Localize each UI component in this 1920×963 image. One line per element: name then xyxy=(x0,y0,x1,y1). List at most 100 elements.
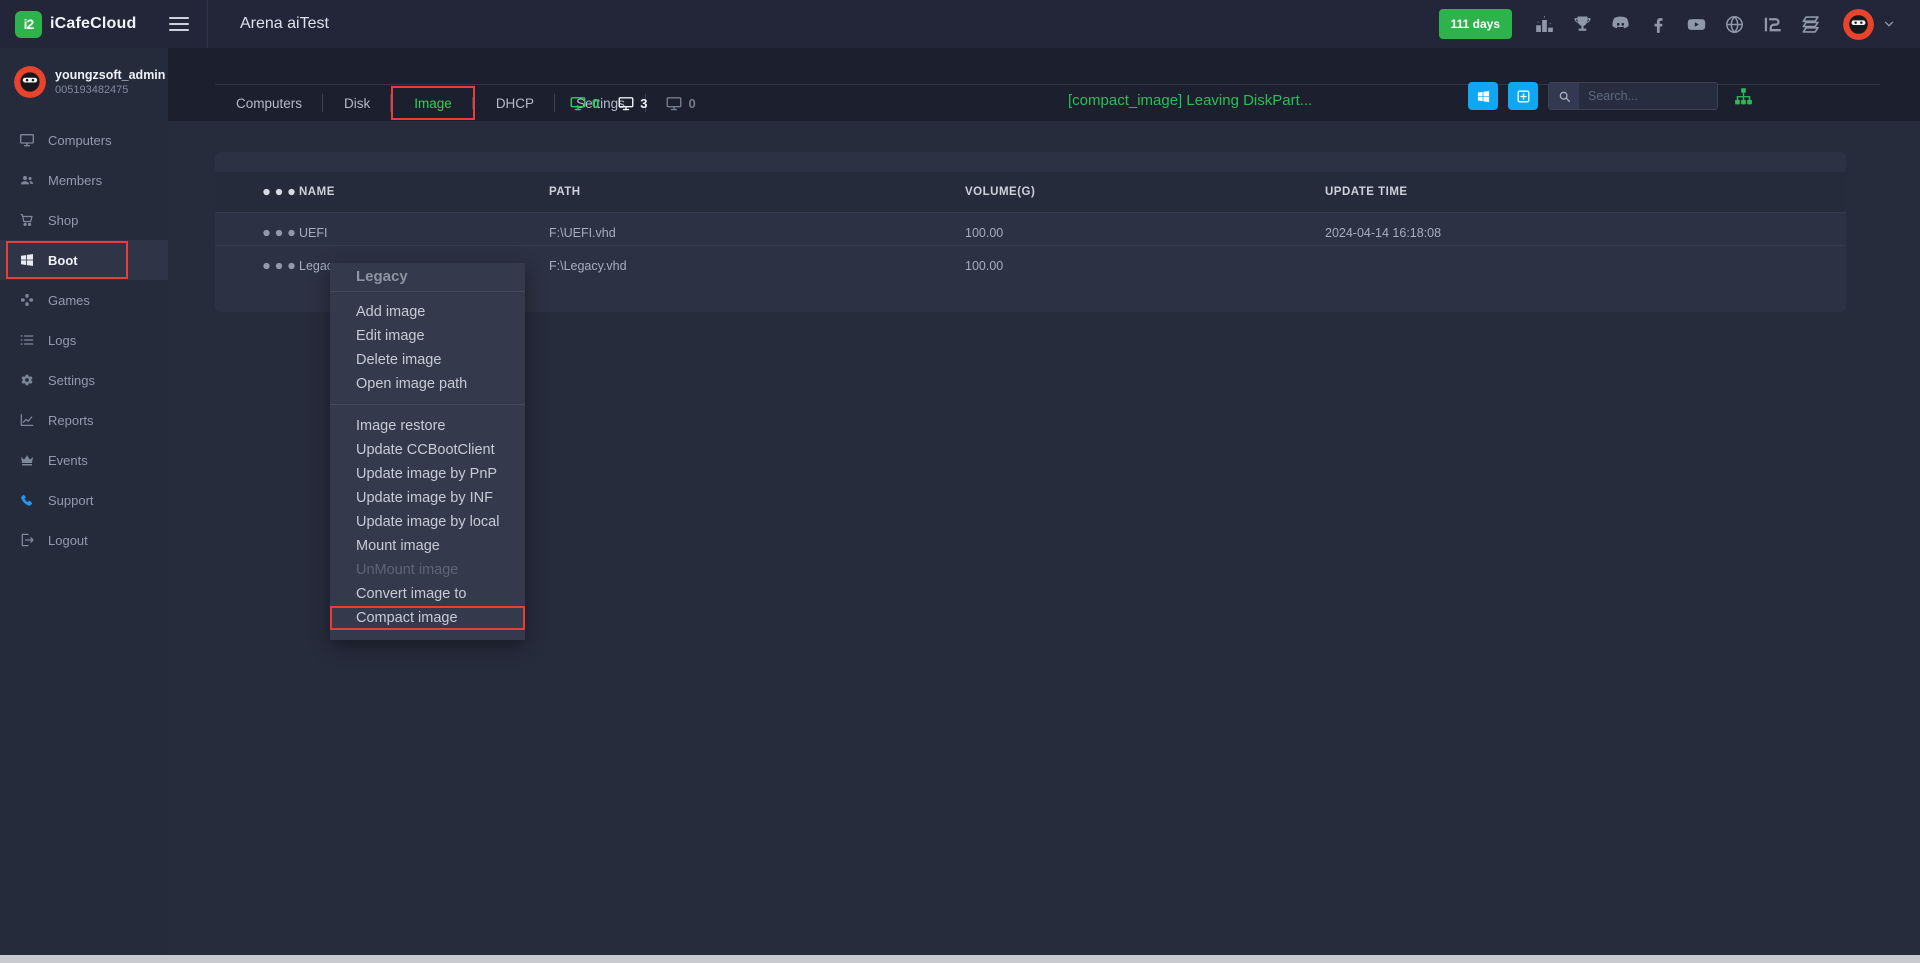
logout-icon xyxy=(19,532,35,548)
youtube-icon[interactable] xyxy=(1686,14,1707,35)
sidebar-item-label: Logout xyxy=(48,533,88,548)
topbar-icons xyxy=(1534,14,1821,35)
brand: i2 iCafeCloud xyxy=(0,0,208,48)
context-menu-item[interactable]: Update image by INF xyxy=(330,486,525,510)
status-message: [compact_image] Leaving DiskPart... xyxy=(1068,92,1312,109)
monitor-icon xyxy=(568,95,588,112)
sidebar-item[interactable]: Events xyxy=(0,440,168,480)
context-menu-item[interactable]: Convert image to xyxy=(330,582,525,606)
facebook-icon[interactable] xyxy=(1648,14,1669,35)
tab[interactable]: Disk xyxy=(323,85,391,121)
sidebar-item-label: Support xyxy=(48,493,94,508)
tab[interactable]: DHCP xyxy=(475,85,555,121)
user-avatar xyxy=(14,66,46,98)
context-menu-item[interactable]: Update image by local xyxy=(330,510,525,534)
monitor-counters: 0 3 0 xyxy=(568,85,696,121)
context-menu-item[interactable]: Compact image xyxy=(330,606,525,630)
cart-icon xyxy=(19,212,35,228)
sidebar-user: youngzsoft_admin 005193482475 xyxy=(0,48,168,112)
crown-icon xyxy=(19,452,35,468)
context-menu-item[interactable]: UnMount image xyxy=(330,558,525,582)
users-icon xyxy=(19,172,35,188)
sidebar-item-label: Settings xyxy=(48,373,95,388)
sidebar-item[interactable]: Support xyxy=(0,480,168,520)
windows-boot-button[interactable] xyxy=(1468,82,1498,110)
context-menu-item[interactable]: Add image xyxy=(330,300,525,324)
context-menu-items: Add imageEdit imageDelete imageOpen imag… xyxy=(330,292,525,630)
topbar: i2 iCafeCloud Arena aiTest 111 days xyxy=(0,0,1920,48)
search-input[interactable] xyxy=(1579,89,1718,103)
context-menu-item[interactable]: Update CCBootClient xyxy=(330,438,525,462)
cell-name: UEFI xyxy=(299,226,549,240)
podium-icon[interactable] xyxy=(1534,14,1555,35)
context-menu: Legacy Add imageEdit imageDelete imageOp… xyxy=(330,263,525,640)
sidebar-item[interactable]: Boot xyxy=(0,240,168,280)
cell-path: F:\Legacy.vhd xyxy=(549,259,965,273)
sidebar-item[interactable]: Reports xyxy=(0,400,168,440)
days-remaining-button[interactable]: 111 days xyxy=(1439,9,1512,39)
hamburger-menu-icon[interactable] xyxy=(169,13,189,35)
sidebar-item-label: Members xyxy=(48,173,102,188)
context-menu-item[interactable]: Delete image xyxy=(330,348,525,372)
dots-menu-icon[interactable] xyxy=(259,172,299,212)
gamepad-icon xyxy=(19,292,35,308)
gear-icon xyxy=(19,372,35,388)
monitor-icon xyxy=(664,95,684,112)
monitor-counter[interactable]: 0 xyxy=(664,95,695,112)
monitor-count: 0 xyxy=(688,96,695,111)
search-box xyxy=(1548,82,1718,110)
chevron-down-icon[interactable] xyxy=(1882,17,1896,31)
sidebar: youngzsoft_admin 005193482475 Computers … xyxy=(0,48,168,955)
col-name: NAME xyxy=(299,186,549,198)
user-avatar[interactable] xyxy=(1843,9,1874,40)
sidebar-item[interactable]: Logs xyxy=(0,320,168,360)
table-row[interactable]: UEFI F:\UEFI.vhd 100.00 2024-04-14 16:18… xyxy=(215,212,1846,245)
col-update-time: UPDATE TIME xyxy=(1325,186,1846,198)
context-menu-item[interactable]: Update image by PnP xyxy=(330,462,525,486)
monitor-icon xyxy=(616,95,636,112)
discord-icon[interactable] xyxy=(1610,14,1631,35)
monitor-counter[interactable]: 3 xyxy=(616,95,647,112)
monitor-count: 0 xyxy=(592,96,599,111)
chart-icon xyxy=(19,412,35,428)
context-menu-item[interactable]: Edit image xyxy=(330,324,525,348)
sidebar-item[interactable]: Members xyxy=(0,160,168,200)
tab[interactable]: Computers xyxy=(215,85,323,121)
topbar-right: 111 days xyxy=(1439,9,1920,40)
sidebar-item[interactable]: Computers xyxy=(0,120,168,160)
col-path: PATH xyxy=(549,186,965,198)
network-sitemap-icon[interactable] xyxy=(1733,86,1754,107)
icafecloud-logo-icon: i2 xyxy=(15,11,42,38)
context-menu-item[interactable]: Image restore xyxy=(330,414,525,438)
sidebar-item[interactable]: Shop xyxy=(0,200,168,240)
context-menu-item[interactable]: Mount image xyxy=(330,534,525,558)
table-header: NAME PATH VOLUME(G) UPDATE TIME xyxy=(215,172,1846,212)
context-menu-item[interactable]: Open image path xyxy=(330,372,525,405)
user-name: youngzsoft_admin xyxy=(55,68,156,82)
windows-icon xyxy=(19,252,35,268)
cell-update-time: 2024-04-14 16:18:08 xyxy=(1325,226,1846,240)
cell-volume: 100.00 xyxy=(965,226,1325,240)
sidebar-item-label: Events xyxy=(48,453,88,468)
list-icon xyxy=(19,332,35,348)
add-button[interactable] xyxy=(1508,82,1538,110)
sidebar-nav: Computers Members Shop Boot Games Logs S… xyxy=(0,120,168,560)
sidebar-item-label: Boot xyxy=(48,253,78,268)
monitor-count: 3 xyxy=(640,96,647,111)
cell-path: F:\UEFI.vhd xyxy=(549,226,965,240)
horizontal-scrollbar[interactable] xyxy=(0,955,1920,963)
sidebar-item[interactable]: Settings xyxy=(0,360,168,400)
logo-text: iCafeCloud xyxy=(50,15,136,33)
layers-icon[interactable] xyxy=(1800,14,1821,35)
globe-icon[interactable] xyxy=(1724,14,1745,35)
sidebar-item[interactable]: Games xyxy=(0,280,168,320)
tab[interactable]: Image xyxy=(391,86,475,120)
monitor-icon xyxy=(19,132,35,148)
monitor-counter[interactable]: 0 xyxy=(568,95,599,112)
icafe-icon[interactable] xyxy=(1762,14,1783,35)
sidebar-item[interactable]: Logout xyxy=(0,520,168,560)
dots-menu-icon[interactable] xyxy=(259,246,299,286)
trophy-icon[interactable] xyxy=(1572,14,1593,35)
cell-volume: 100.00 xyxy=(965,259,1325,273)
sidebar-item-label: Shop xyxy=(48,213,78,228)
